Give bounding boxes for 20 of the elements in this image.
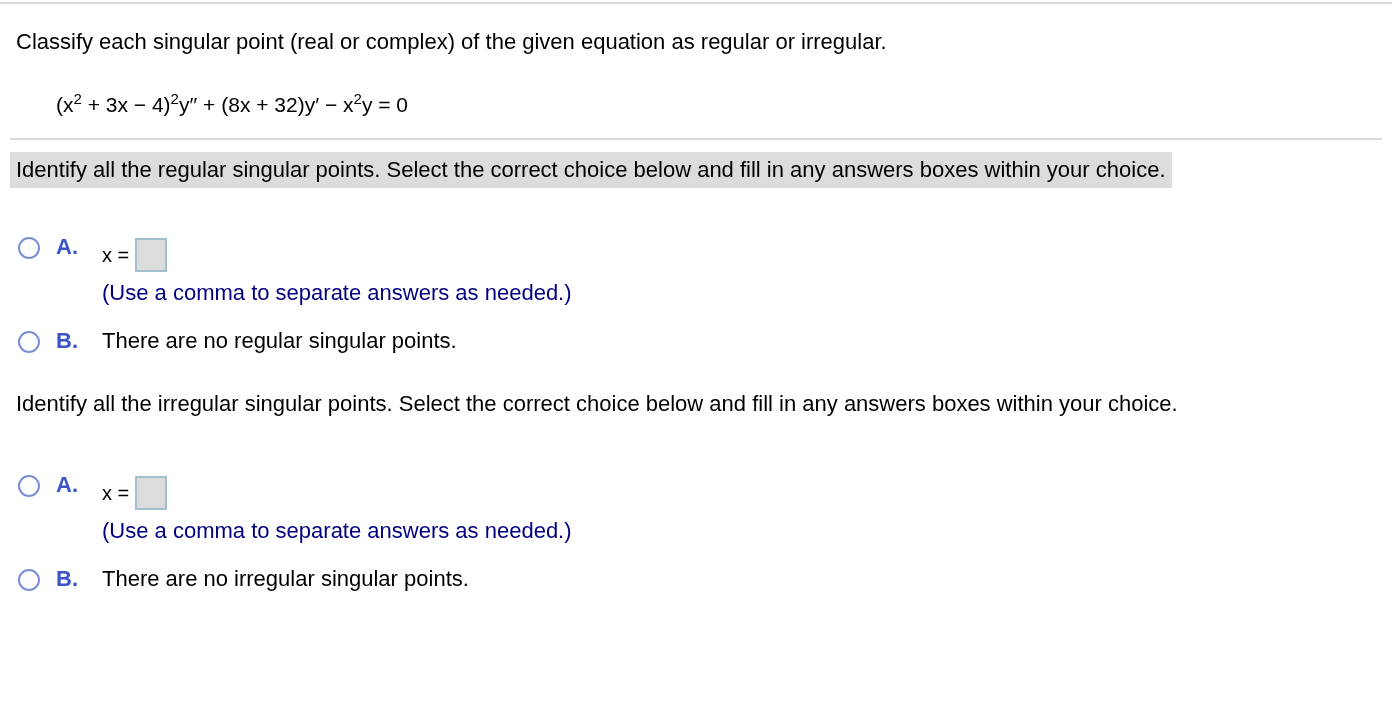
instruction-text: Classify each singular point (real or complex) of the given equation as regular or irregular. xyxy=(15,28,888,56)
answer-box[interactable] xyxy=(135,476,168,510)
choice-text: There are no regular singular points. xyxy=(102,327,458,355)
radio-button[interactable] xyxy=(18,569,40,591)
choice-letter: B. xyxy=(56,327,79,355)
variable-label: x = xyxy=(102,243,130,267)
question-prompt: Identify all the irregular singular points. Select the correct choice below and fill in any answers boxes within your choice. xyxy=(15,390,1179,418)
hint-text: (Use a comma to separate answers as needed.) xyxy=(102,279,573,307)
choice-letter: A. xyxy=(56,471,79,499)
radio-button[interactable] xyxy=(18,237,40,259)
equation: (x$^{2}$ + 3x − 4)$^{2}$y′′ + (8x + 32)y′ − x$^{2}$y = 0 xyxy=(56,93,408,116)
radio-button[interactable] xyxy=(18,331,40,353)
question-prompt: Identify all the regular singular points. Select the correct choice below and fill in any answers boxes within your choice. xyxy=(10,152,1172,188)
choice-text: There are no irregular singular points. xyxy=(102,565,470,593)
variable-label: x = xyxy=(102,481,130,505)
choice-letter: B. xyxy=(56,565,79,593)
hint-text: (Use a comma to separate answers as needed.) xyxy=(102,517,573,545)
choice-letter: A. xyxy=(56,233,79,261)
answer-box[interactable] xyxy=(135,238,168,272)
radio-button[interactable] xyxy=(18,475,40,497)
